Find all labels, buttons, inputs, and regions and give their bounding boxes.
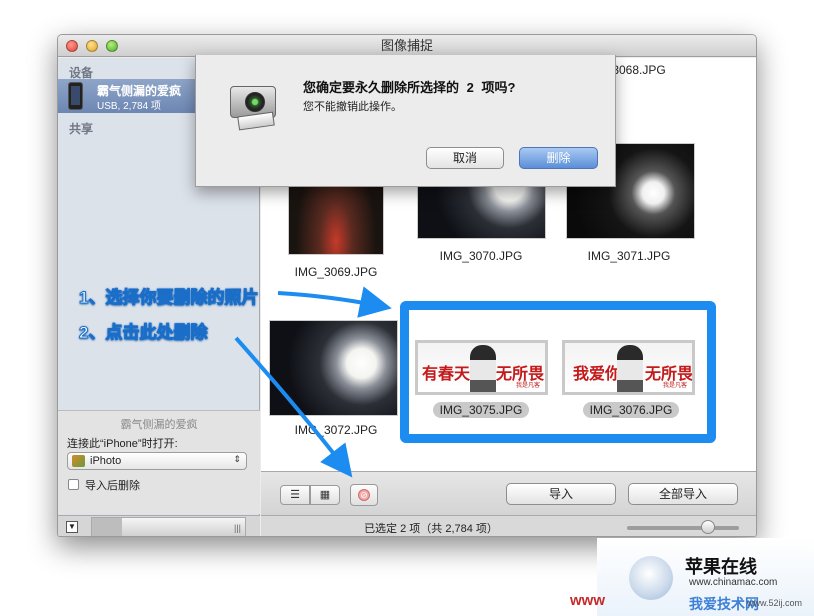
open-with-label: 连接此“iPhone”时打开: bbox=[67, 438, 178, 450]
dialog-count: 2 bbox=[466, 80, 474, 95]
confirm-delete-button[interactable]: 删除 bbox=[519, 147, 598, 169]
status-bar: 已选定 2 项（共 2,784 项） bbox=[261, 515, 756, 536]
sidebar-scrollbar[interactable]: ||| bbox=[91, 517, 246, 536]
watermark-www: www bbox=[570, 592, 606, 609]
close-button[interactable] bbox=[66, 40, 78, 52]
camera-lens bbox=[245, 92, 265, 112]
shared-header: 共享 bbox=[69, 122, 94, 136]
iphone-icon bbox=[68, 82, 83, 110]
delete-after-import-checkbox[interactable] bbox=[68, 479, 79, 490]
cancel-button[interactable]: 取消 bbox=[426, 147, 504, 169]
sidebar-footer: ▼ ||| bbox=[58, 515, 260, 536]
import-all-button[interactable]: 全部导入 bbox=[628, 483, 738, 505]
slider-knob[interactable] bbox=[700, 520, 715, 534]
iphoto-icon bbox=[72, 455, 85, 467]
device-info: USB, 2,784 项 bbox=[97, 101, 161, 112]
dialog-message-suffix: 项吗? bbox=[481, 80, 516, 95]
thumbnail-size-slider[interactable] bbox=[627, 526, 739, 530]
photo-caption: IMG_3070.JPG bbox=[439, 249, 523, 263]
device-options-title: 霸气侧漏的爱疯 bbox=[120, 419, 198, 431]
list-view-icon[interactable]: ☰ bbox=[280, 485, 310, 505]
dialog-message-prefix: 您确定要永久删除所选择的 bbox=[303, 80, 460, 95]
import-button[interactable]: 导入 bbox=[506, 483, 616, 505]
device-options-panel: 霸气侧漏的爱疯 连接此“iPhone”时打开: iPhoto ⇕ 导入后删除 bbox=[58, 410, 260, 514]
delete-icon: ⊘ bbox=[358, 489, 370, 501]
photo-caption: IMG_3071.JPG bbox=[587, 249, 671, 263]
delete-button[interactable]: ⊘ bbox=[350, 484, 378, 506]
window-title: 图像捕捉 bbox=[380, 38, 433, 53]
minimize-button[interactable] bbox=[86, 40, 98, 52]
selection-highlight-box bbox=[400, 301, 716, 443]
watermark: 苹果在线 www.chinamac.com 我爱技术网 www.52ij.com bbox=[597, 538, 814, 616]
resize-grip-icon[interactable]: ||| bbox=[234, 523, 241, 533]
delete-after-import-label: 导入后删除 bbox=[85, 480, 140, 492]
watermark-title: 苹果在线 bbox=[685, 557, 757, 577]
open-app-select[interactable]: iPhoto ⇕ bbox=[67, 452, 247, 470]
annotation-step2: 2、点击此处删除 bbox=[78, 323, 208, 343]
grid-view-icon[interactable]: ▦ bbox=[310, 485, 340, 505]
delete-confirm-dialog: 您确定要永久删除所选择的 2 项吗? 您不能撤销此操作。 取消 删除 bbox=[195, 55, 616, 187]
watermark-url2: www.52ij.com bbox=[747, 598, 803, 608]
dialog-message: 您确定要永久删除所选择的 2 项吗? bbox=[303, 77, 515, 96]
title-bar: 图像捕捉 bbox=[58, 35, 756, 57]
bottom-toolbar: ☰ ▦ ⊘ 导入 全部导入 bbox=[261, 471, 756, 515]
annotation-step1: 1、选择你要删除的照片 bbox=[78, 288, 259, 308]
updown-arrows-icon: ⇕ bbox=[233, 454, 241, 464]
photo-thumbnail[interactable] bbox=[269, 320, 398, 416]
scrollbar-thumb[interactable] bbox=[92, 518, 122, 536]
photo-caption: IMG_3069.JPG bbox=[294, 265, 378, 279]
selection-status: 已选定 2 项（共 2,784 项） bbox=[364, 523, 498, 535]
open-app-value: iPhoto bbox=[90, 455, 122, 467]
apple-logo-icon bbox=[629, 556, 673, 600]
photo-caption: IMG_3072.JPG bbox=[294, 423, 378, 437]
collapse-panel-icon[interactable]: ▼ bbox=[66, 521, 78, 533]
watermark-url: www.chinamac.com bbox=[689, 577, 778, 588]
image-capture-icon bbox=[230, 80, 278, 131]
dialog-informative-text: 您不能撤销此操作。 bbox=[303, 101, 402, 113]
zoom-button[interactable] bbox=[106, 40, 118, 52]
